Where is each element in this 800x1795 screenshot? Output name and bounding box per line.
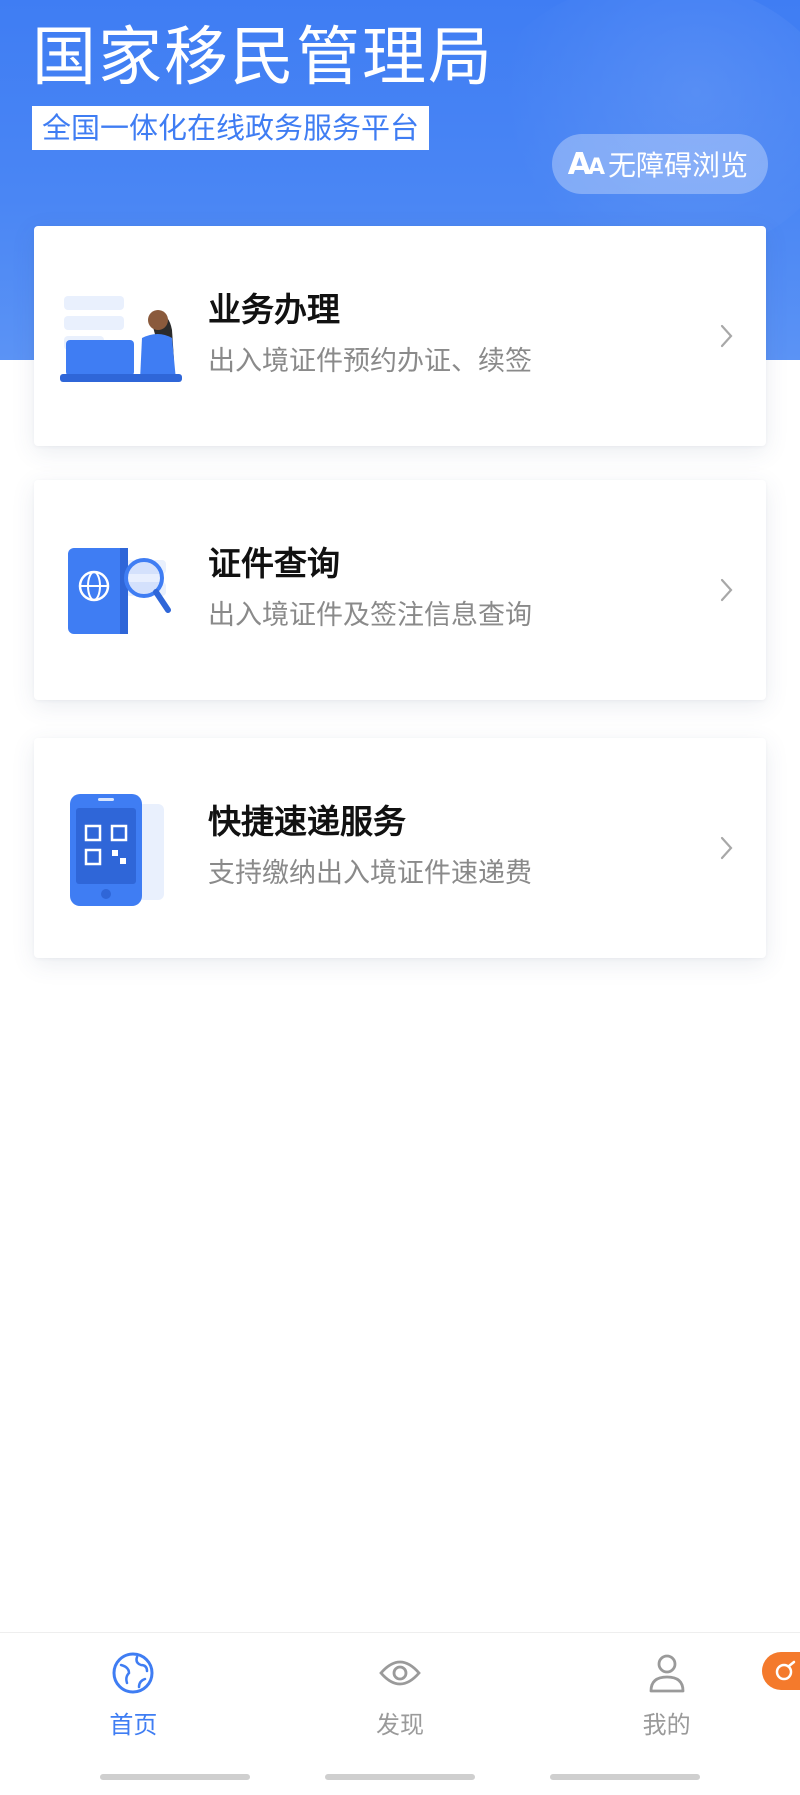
- tab-mine[interactable]: 我的: [533, 1633, 800, 1761]
- page-title: 国家移民管理局: [32, 21, 494, 95]
- card-title: 证件查询: [208, 544, 340, 583]
- passport-search-icon: [68, 548, 171, 634]
- chevron-right-icon: [720, 324, 733, 348]
- tab-label: 发现: [376, 1711, 424, 1739]
- laptop-person-icon: [60, 296, 182, 382]
- user-icon: [649, 1654, 685, 1693]
- tab-discover[interactable]: 发现: [267, 1633, 534, 1761]
- font-size-icon: AA: [567, 146, 605, 182]
- world-map-decoration: [480, 0, 800, 260]
- card-title: 快捷速递服务: [208, 802, 406, 841]
- card-description: 出入境证件预约办证、续签: [208, 346, 532, 377]
- globe-icon: [112, 1652, 154, 1694]
- card-description: 支持缴纳出入境证件速递费: [208, 858, 532, 889]
- bottom-tab-bar: 首页 发现 我的: [0, 1632, 800, 1761]
- accessibility-label: 无障碍浏览: [607, 149, 748, 182]
- service-card-document-query[interactable]: 证件查询 出入境证件及签注信息查询: [34, 480, 766, 700]
- service-card-express[interactable]: 快捷速递服务 支持缴纳出入境证件速递费: [34, 738, 766, 958]
- gesture-bar-right: [550, 1774, 700, 1780]
- page-subtitle: 全国一体化在线政务服务平台: [32, 106, 430, 150]
- tab-label: 首页: [109, 1711, 158, 1739]
- chevron-right-icon: [720, 578, 733, 602]
- floating-assistant-button[interactable]: [762, 1652, 800, 1690]
- card-title: 业务办理: [208, 290, 340, 329]
- chevron-right-icon: [720, 836, 733, 860]
- assistant-icon: [775, 1660, 796, 1681]
- tab-home[interactable]: 首页: [0, 1633, 267, 1761]
- tab-label: 我的: [642, 1711, 691, 1739]
- gesture-bar-left: [100, 1774, 250, 1780]
- phone-qrcode-icon: [70, 794, 164, 906]
- service-card-business[interactable]: 业务办理 出入境证件预约办证、续签: [34, 226, 766, 446]
- gesture-bar-center: [325, 1774, 475, 1780]
- eye-icon: [379, 1660, 421, 1686]
- accessibility-button[interactable]: AA 无障碍浏览: [551, 134, 768, 194]
- card-description: 出入境证件及签注信息查询: [208, 600, 532, 631]
